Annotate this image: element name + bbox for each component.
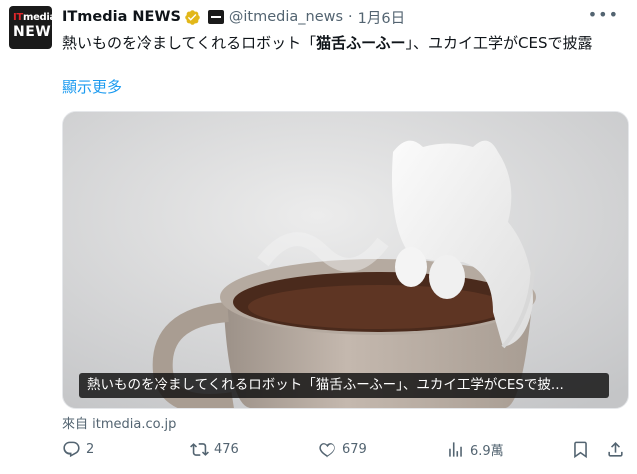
tweet-header: ITmedia NEWS @itmedia_news · 1月6日	[62, 7, 405, 27]
views-count: 6.9萬	[470, 444, 504, 459]
reply-button[interactable]: 2	[62, 440, 94, 459]
bookmark-button[interactable]	[571, 440, 595, 459]
display-name[interactable]: ITmedia NEWS	[62, 9, 181, 25]
bookmark-icon	[574, 441, 587, 459]
tweet-text: 熱いものを冷ましてくれるロボット「猫舌ふーふー」、ユカイ工学がCESで披露	[62, 34, 593, 52]
views-icon	[449, 442, 462, 457]
retweet-button[interactable]: 476	[190, 440, 239, 459]
like-button[interactable]: 679	[318, 440, 367, 459]
views-button[interactable]: 6.9萬	[446, 440, 504, 459]
retweet-count: 476	[214, 442, 239, 457]
tweet-date[interactable]: 1月6日	[358, 7, 405, 28]
show-more-link[interactable]: 顯示更多	[62, 76, 122, 97]
heart-icon	[319, 443, 335, 458]
affiliate-logo-icon[interactable]	[207, 10, 224, 24]
action-bar: 2 476 679 6.9萬	[62, 440, 627, 464]
share-button[interactable]	[606, 440, 630, 459]
link-source[interactable]: 來自 itmedia.co.jp	[62, 413, 176, 432]
separator-dot: ·	[348, 9, 353, 25]
media-image[interactable]: 熱いものを冷ましてくれるロボット「猫舌ふーふー」、ユカイ工学がCESで披...	[62, 111, 629, 409]
media-caption: 熱いものを冷ましてくれるロボット「猫舌ふーふー」、ユカイ工学がCESで披...	[79, 373, 609, 398]
avatar-logo-line1: ITmedia	[13, 12, 52, 23]
reply-icon	[63, 441, 80, 458]
avatar[interactable]: ITmedia NEWS	[9, 6, 52, 49]
avatar-logo-line2: NEWS	[13, 24, 52, 40]
more-options-icon[interactable]: •••	[588, 5, 619, 24]
verified-badge-icon[interactable]	[184, 9, 201, 26]
handle[interactable]: @itmedia_news	[229, 9, 343, 25]
like-count: 679	[342, 442, 367, 457]
retweet-icon	[190, 443, 209, 456]
cat-mug-photo	[63, 112, 628, 408]
reply-count: 2	[86, 442, 95, 457]
share-icon	[608, 442, 623, 457]
